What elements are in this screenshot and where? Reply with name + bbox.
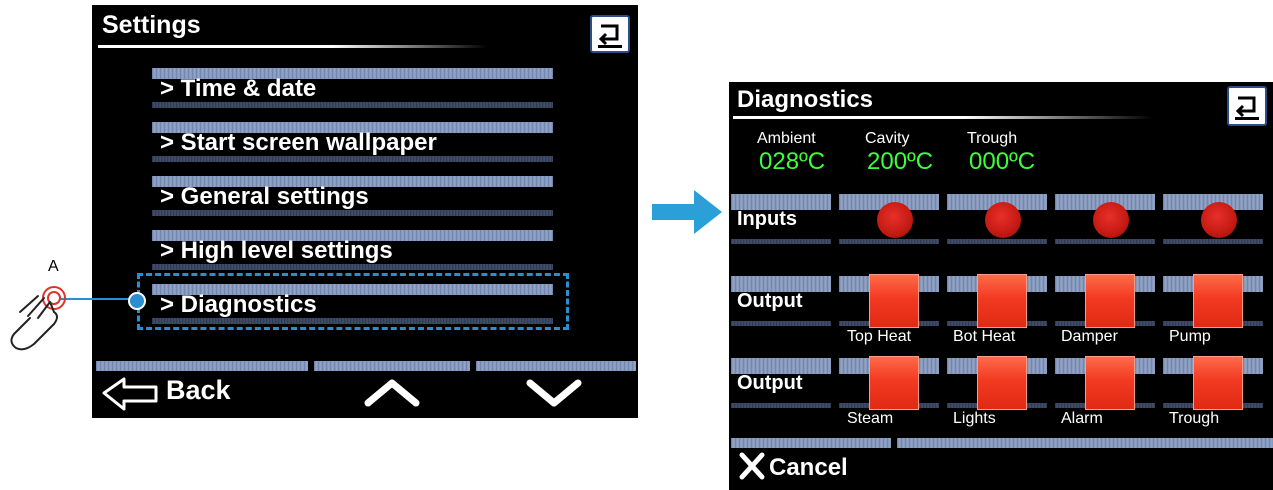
tap-hand-icon bbox=[10, 286, 66, 351]
close-icon[interactable] bbox=[739, 452, 765, 480]
steam-button[interactable] bbox=[869, 356, 919, 410]
back-button-label[interactable]: Back bbox=[166, 375, 231, 406]
menu-item-general-settings[interactable]: > General settings bbox=[152, 176, 553, 216]
steam-label: Steam bbox=[847, 410, 894, 427]
diagnostics-title: Diagnostics bbox=[737, 86, 874, 113]
menu-item-wallpaper[interactable]: > Start screen wallpaper bbox=[152, 122, 553, 162]
scroll-down-icon[interactable] bbox=[524, 377, 584, 407]
title-underline bbox=[733, 116, 1153, 119]
top-heat-label: Top Heat bbox=[847, 328, 912, 345]
footer-bar-up bbox=[314, 361, 470, 371]
diagnostics-screen: Diagnostics Ambient 028ºC Cavity 200ºC T… bbox=[729, 82, 1273, 490]
lights-button[interactable] bbox=[977, 356, 1027, 410]
menu-item-label: > Start screen wallpaper bbox=[160, 129, 437, 156]
trough-value: 000ºC bbox=[969, 148, 1036, 175]
cavity-label: Cavity bbox=[865, 130, 910, 147]
alarm-label: Alarm bbox=[1061, 410, 1103, 427]
settings-title: Settings bbox=[102, 11, 201, 39]
trough-button[interactable] bbox=[1193, 356, 1243, 410]
pump-label: Pump bbox=[1169, 328, 1211, 345]
lights-label: Lights bbox=[953, 410, 996, 427]
bot-heat-button[interactable] bbox=[977, 274, 1027, 328]
ambient-label: Ambient bbox=[757, 130, 816, 147]
alarm-button[interactable] bbox=[1085, 356, 1135, 410]
output1-label: Output bbox=[737, 290, 803, 312]
trough-label: Trough bbox=[967, 130, 1018, 147]
cavity-value: 200ºC bbox=[867, 148, 934, 175]
output2-label: Output bbox=[737, 372, 803, 394]
cancel-bar bbox=[731, 438, 891, 448]
diagnostics-highlight-box bbox=[137, 273, 569, 330]
menu-item-label: > Time & date bbox=[160, 75, 317, 102]
ambient-value: 028ºC bbox=[759, 148, 826, 175]
title-underline bbox=[98, 45, 488, 48]
input-indicator-led bbox=[985, 202, 1021, 238]
input-indicator-led bbox=[1201, 202, 1237, 238]
damper-label: Damper bbox=[1061, 328, 1118, 345]
menu-item-label: > High level settings bbox=[160, 237, 393, 264]
menu-item-high-level-settings[interactable]: > High level settings bbox=[152, 230, 553, 270]
pump-button[interactable] bbox=[1193, 274, 1243, 328]
inputs-label: Inputs bbox=[737, 208, 797, 230]
input-indicator-led bbox=[1093, 202, 1129, 238]
menu-item-label: > General settings bbox=[160, 183, 369, 210]
bot-heat-label: Bot Heat bbox=[953, 328, 1016, 345]
callout-dot bbox=[128, 292, 146, 310]
transition-arrow-icon bbox=[652, 190, 722, 234]
return-icon[interactable] bbox=[1227, 86, 1267, 126]
return-icon[interactable] bbox=[590, 15, 630, 53]
footer-bar-down bbox=[476, 361, 636, 371]
input-indicator-led bbox=[877, 202, 913, 238]
damper-button[interactable] bbox=[1085, 274, 1135, 328]
footer-bar bbox=[897, 438, 1273, 448]
trough-label: Trough bbox=[1169, 410, 1220, 427]
settings-screen: Settings > Time & date > Start screen wa… bbox=[92, 5, 638, 418]
cancel-button-label[interactable]: Cancel bbox=[769, 454, 848, 482]
menu-item-time-date[interactable]: > Time & date bbox=[152, 68, 553, 108]
back-arrow-icon[interactable] bbox=[100, 375, 160, 411]
scroll-up-icon[interactable] bbox=[362, 377, 422, 407]
footer-bar-back bbox=[96, 361, 308, 371]
top-heat-button[interactable] bbox=[869, 274, 919, 328]
